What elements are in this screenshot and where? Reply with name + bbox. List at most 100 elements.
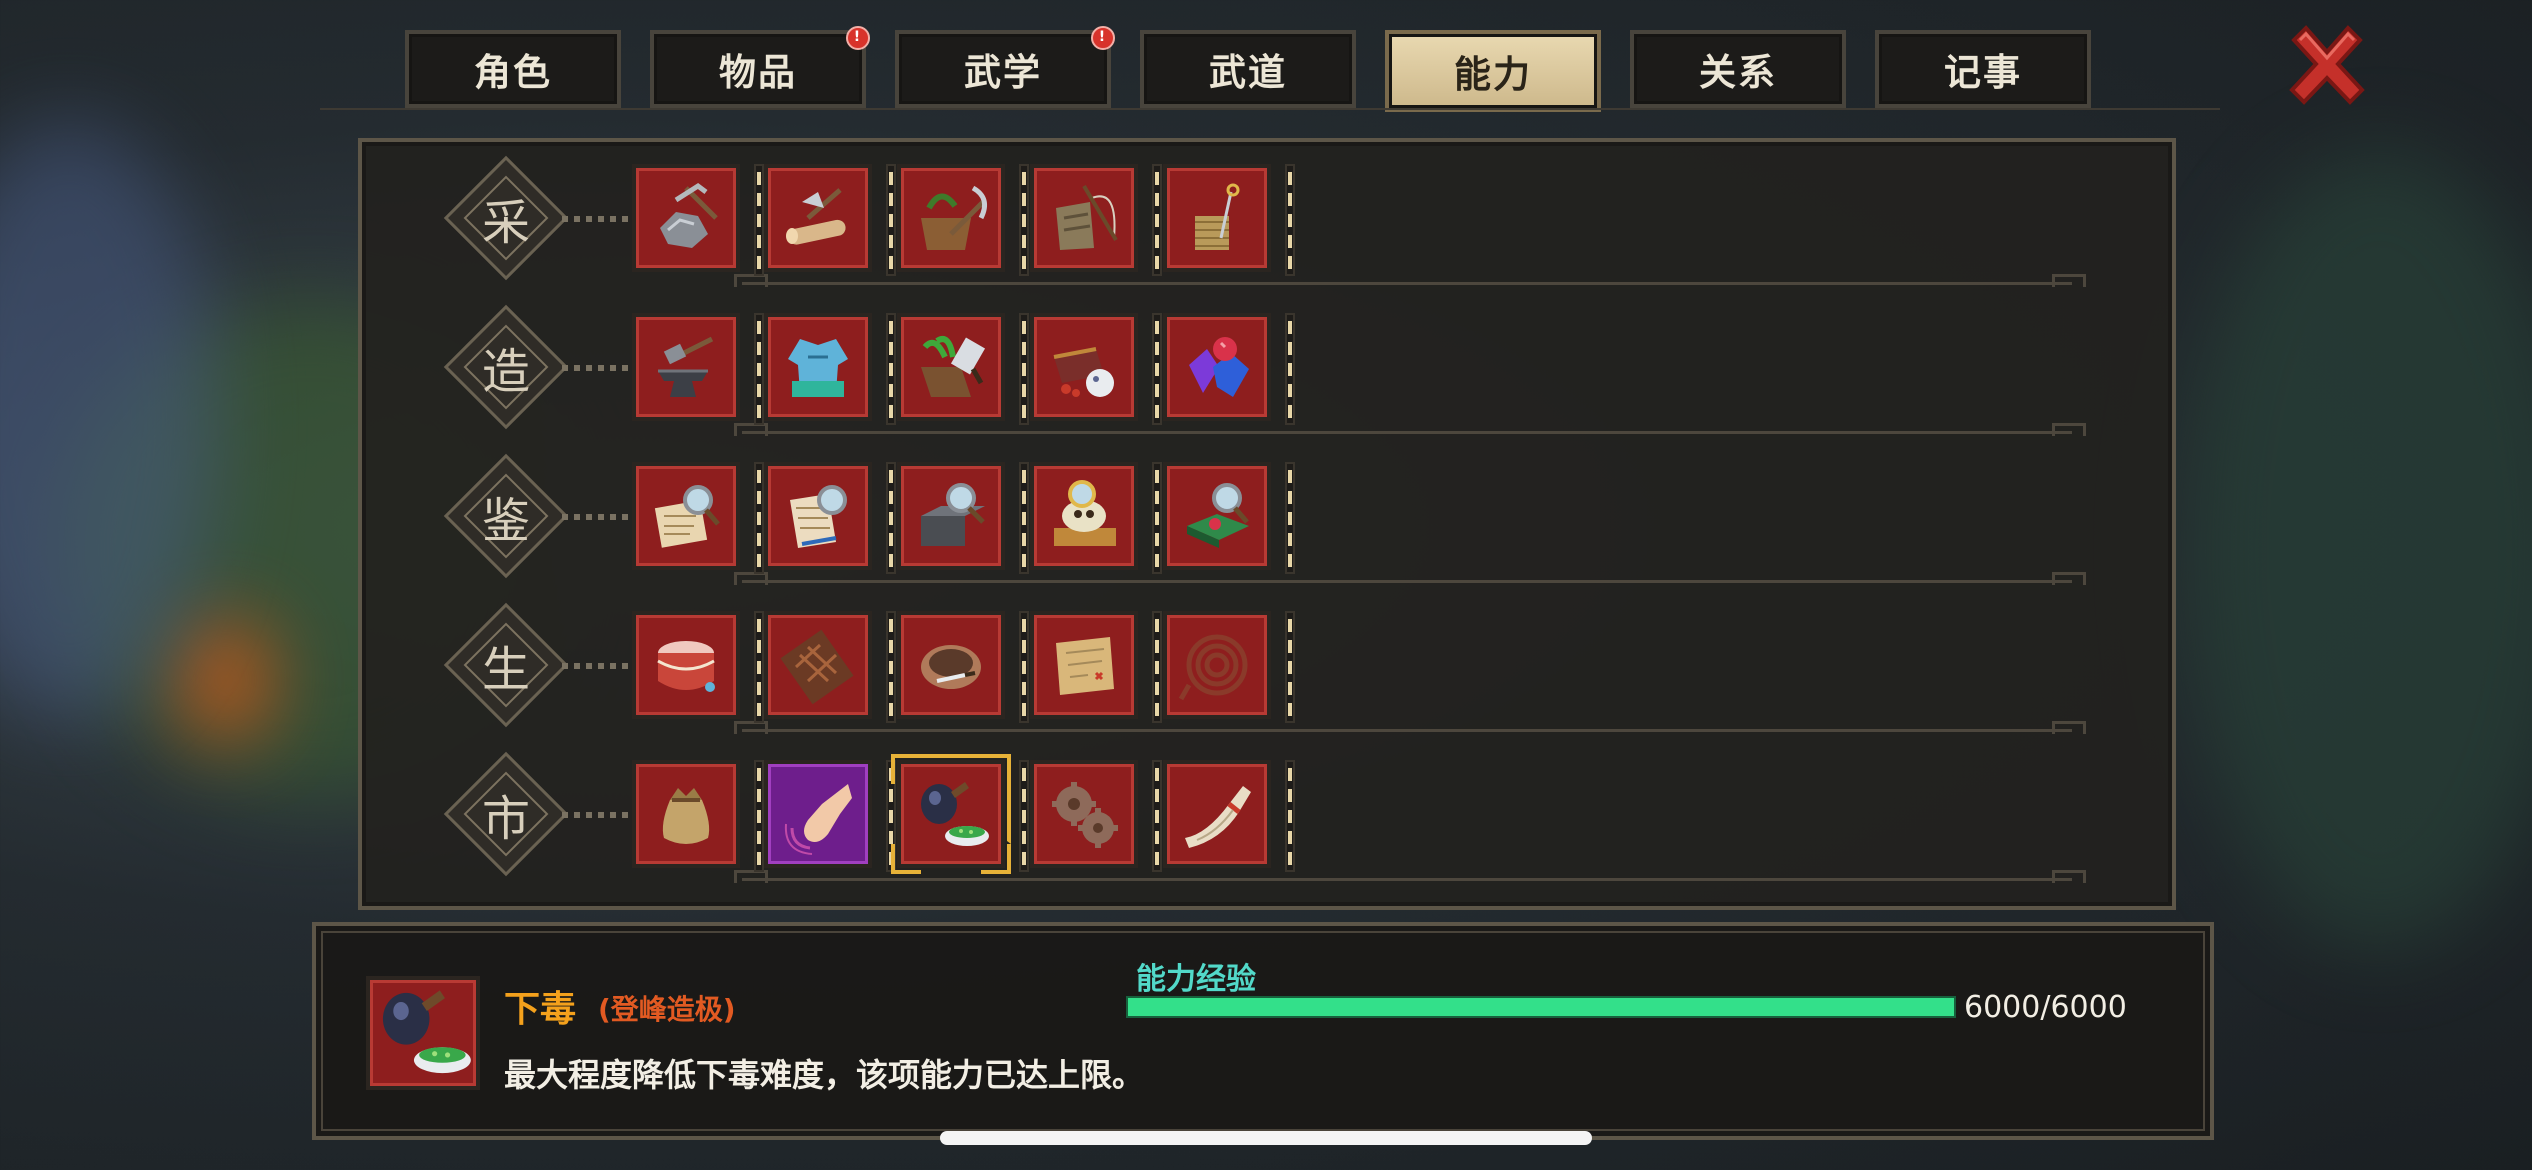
level-pip bbox=[1155, 554, 1159, 567]
background-trees bbox=[2180, 150, 2532, 950]
ability-slot[interactable] bbox=[632, 760, 764, 872]
tab-bar: 角色 物品! 武学! 武道 能力 关系 记事 bbox=[405, 26, 2105, 112]
ability-icon-frame[interactable] bbox=[764, 164, 872, 272]
ability-icon-frame[interactable] bbox=[1030, 760, 1138, 868]
level-pip bbox=[757, 831, 761, 844]
close-button[interactable] bbox=[2282, 20, 2372, 110]
ability-slot[interactable] bbox=[764, 164, 896, 276]
level-pip bbox=[1022, 214, 1026, 227]
ability-icon-frame[interactable] bbox=[1163, 164, 1271, 272]
level-pip bbox=[1155, 214, 1159, 227]
level-pip bbox=[757, 768, 761, 781]
home-indicator[interactable] bbox=[940, 1131, 1592, 1145]
ability-slot[interactable] bbox=[897, 760, 1029, 872]
ability-icon-frame[interactable] bbox=[764, 611, 872, 719]
ability-icon-frame[interactable] bbox=[1163, 313, 1271, 421]
level-pip bbox=[1155, 640, 1159, 653]
ability-slot[interactable] bbox=[897, 611, 1029, 723]
ability-icon-frame[interactable] bbox=[1163, 760, 1271, 868]
level-pip bbox=[1022, 405, 1026, 418]
level-pip bbox=[1288, 768, 1292, 781]
ability-slot[interactable] bbox=[897, 313, 1029, 425]
ability-icon-frame[interactable] bbox=[1163, 462, 1271, 570]
ability-icon-frame[interactable] bbox=[897, 462, 1005, 570]
ability-icon-frame[interactable] bbox=[632, 462, 740, 570]
tab-2[interactable]: 武学! bbox=[895, 26, 1115, 108]
tab-4[interactable]: 能力 bbox=[1385, 30, 1601, 112]
tab-6[interactable]: 记事 bbox=[1875, 30, 2091, 108]
level-pip bbox=[1022, 703, 1026, 716]
level-pip bbox=[889, 405, 893, 418]
level-pip bbox=[1155, 321, 1159, 334]
level-pip bbox=[757, 321, 761, 334]
level-pip bbox=[1022, 768, 1026, 781]
row-divider bbox=[742, 878, 2072, 881]
ability-slot[interactable] bbox=[1030, 313, 1162, 425]
ability-slot[interactable] bbox=[632, 611, 764, 723]
pointing-finger-icon bbox=[784, 784, 852, 855]
ability-icon-frame[interactable] bbox=[632, 164, 740, 272]
ability-level-gauge bbox=[754, 611, 764, 723]
ability-icon-frame[interactable] bbox=[632, 313, 740, 421]
level-pip bbox=[1288, 172, 1292, 185]
tab-3[interactable]: 武道 bbox=[1140, 30, 1356, 108]
level-pip bbox=[1155, 768, 1159, 781]
appraise-scroll-icon bbox=[654, 485, 720, 548]
ability-level-gauge bbox=[1285, 611, 1295, 723]
tab-1[interactable]: 物品! bbox=[650, 26, 870, 108]
ability-icon-frame[interactable] bbox=[764, 313, 872, 421]
ability-icon-frame[interactable] bbox=[1163, 611, 1271, 719]
ability-slot[interactable] bbox=[764, 760, 896, 872]
ability-icon-frame[interactable] bbox=[632, 760, 740, 868]
selected-skill-icon bbox=[366, 976, 480, 1090]
ability-icon-frame[interactable] bbox=[1030, 164, 1138, 272]
level-pip bbox=[1155, 256, 1159, 269]
ability-level-gauge bbox=[1019, 462, 1029, 574]
ability-icon-frame[interactable] bbox=[897, 313, 1005, 421]
level-pip bbox=[1022, 682, 1026, 695]
ability-icon-frame[interactable] bbox=[1030, 611, 1138, 719]
ability-slot[interactable] bbox=[1163, 164, 1295, 276]
ability-slot[interactable] bbox=[632, 313, 764, 425]
ability-icon-frame[interactable] bbox=[897, 611, 1005, 719]
ability-slot[interactable] bbox=[1163, 760, 1295, 872]
anvil-hammer-icon bbox=[658, 336, 714, 397]
ability-level-gauge bbox=[886, 611, 896, 723]
ability-slot[interactable] bbox=[1163, 611, 1295, 723]
tab-label: 角色 bbox=[474, 51, 552, 94]
ability-slot[interactable] bbox=[764, 462, 896, 574]
ability-slot[interactable] bbox=[632, 462, 764, 574]
ability-icon-frame[interactable] bbox=[764, 760, 872, 868]
ability-slot[interactable] bbox=[1030, 164, 1162, 276]
ability-slot[interactable] bbox=[764, 313, 896, 425]
ability-slot[interactable] bbox=[1163, 462, 1295, 574]
ability-icon-frame[interactable] bbox=[897, 760, 1005, 868]
tab-label: 关系 bbox=[1699, 51, 1777, 94]
level-pip bbox=[889, 810, 893, 823]
level-pip bbox=[757, 512, 761, 525]
ability-slot[interactable] bbox=[1030, 611, 1162, 723]
ability-icon-frame[interactable] bbox=[632, 611, 740, 719]
ability-icon-frame[interactable] bbox=[764, 462, 872, 570]
level-pip bbox=[1022, 619, 1026, 632]
level-pip bbox=[757, 193, 761, 206]
tab-0[interactable]: 角色 bbox=[405, 30, 621, 108]
ability-slot[interactable] bbox=[1030, 462, 1162, 574]
level-pip bbox=[757, 470, 761, 483]
ability-level-gauge bbox=[754, 760, 764, 872]
ability-icon-frame[interactable] bbox=[1030, 462, 1138, 570]
level-pip bbox=[1288, 789, 1292, 802]
level-pip bbox=[1288, 235, 1292, 248]
ability-slot[interactable] bbox=[764, 611, 896, 723]
tab-5[interactable]: 关系 bbox=[1630, 30, 1846, 108]
level-pip bbox=[1155, 172, 1159, 185]
level-pip bbox=[757, 256, 761, 269]
ability-icon-frame[interactable] bbox=[1030, 313, 1138, 421]
level-pip bbox=[1288, 831, 1292, 844]
ability-slot[interactable] bbox=[632, 164, 764, 276]
ability-slot[interactable] bbox=[897, 462, 1029, 574]
ability-slot[interactable] bbox=[1163, 313, 1295, 425]
ability-icon-frame[interactable] bbox=[897, 164, 1005, 272]
ability-slot[interactable] bbox=[1030, 760, 1162, 872]
ability-slot[interactable] bbox=[897, 164, 1029, 276]
